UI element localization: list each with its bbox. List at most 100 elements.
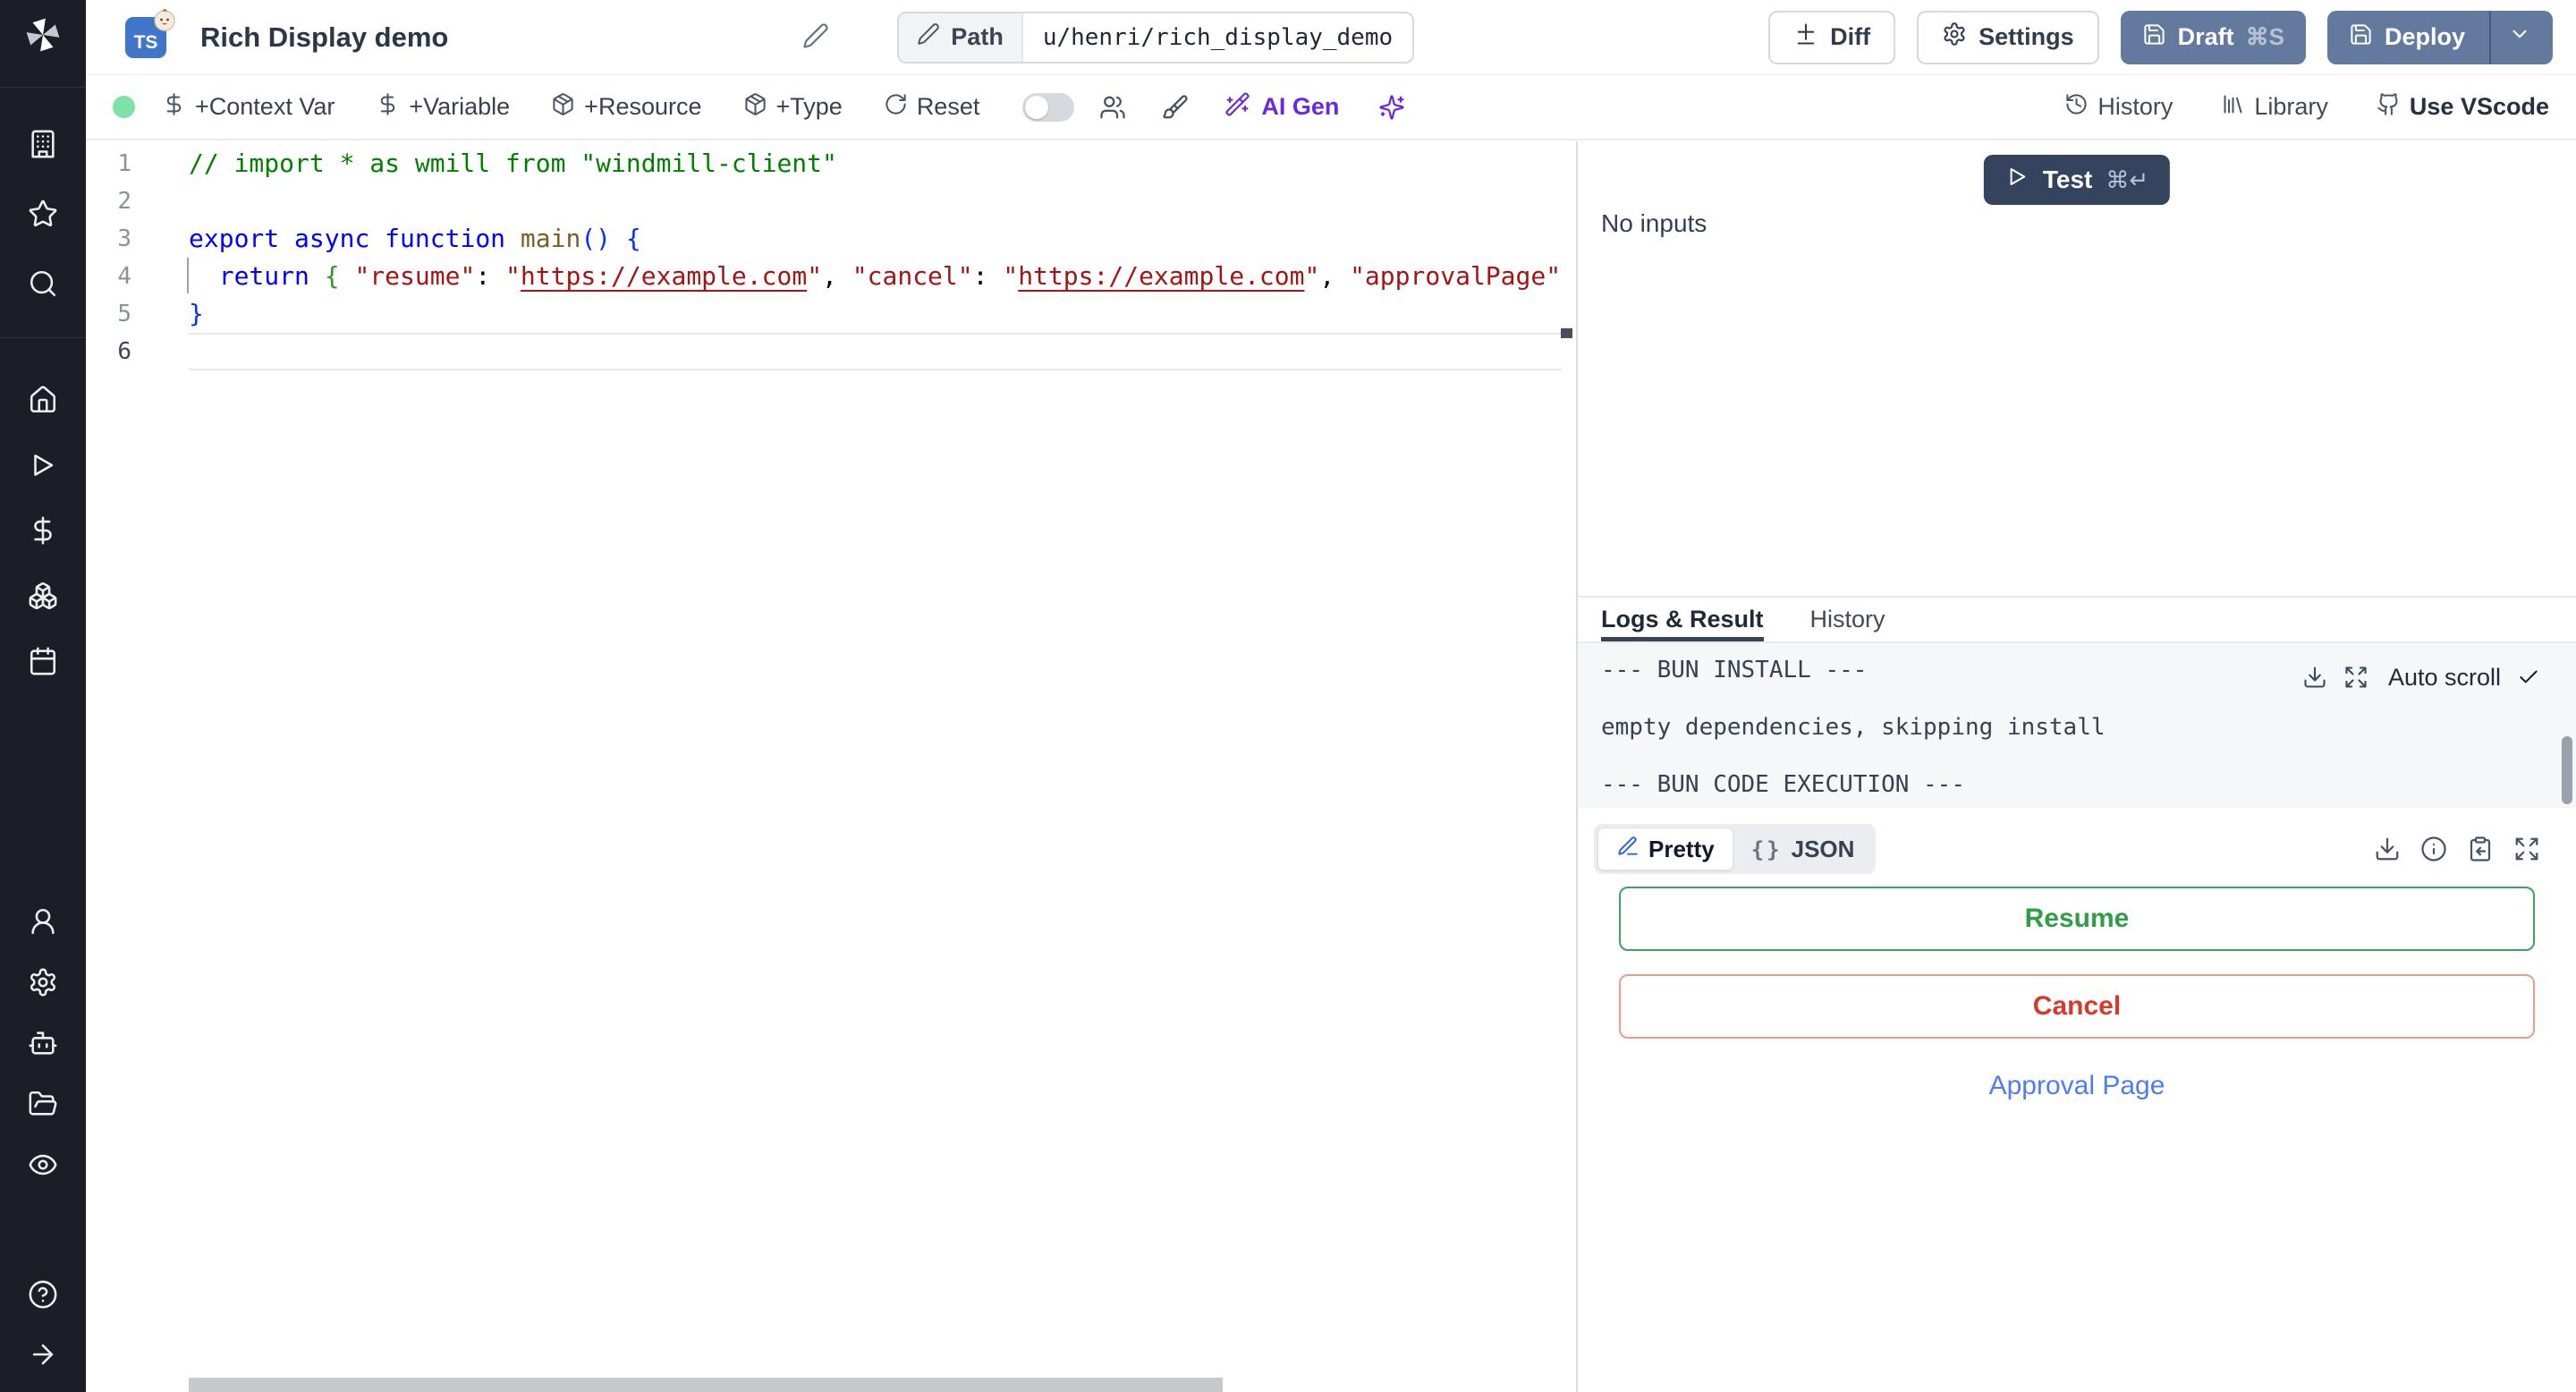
deploy-button[interactable]: Deploy	[2326, 10, 2553, 64]
diff-label: Diff	[1830, 23, 1871, 50]
diff-button[interactable]: Diff	[1768, 10, 1896, 64]
test-label: Test	[2042, 166, 2093, 193]
typescript-badge: TS	[125, 8, 175, 58]
toggle-knob	[1025, 95, 1049, 119]
toolbar-item--variable[interactable]: +Variable	[376, 92, 510, 123]
diff-icon	[1793, 21, 1818, 53]
no-inputs-text: No inputs	[1601, 209, 1707, 237]
result-view-switch: Pretty{} JSON	[1594, 824, 1877, 874]
chevron-down-icon[interactable]	[2508, 22, 2531, 52]
copy-to-clipboard-icon[interactable]	[2467, 836, 2494, 862]
editor-toolbar: +Context Var +Variable +Resource +Type Reset…	[86, 75, 2576, 140]
result-toolbar: Pretty{} JSON	[1594, 824, 2540, 874]
check-icon[interactable]	[2517, 666, 2540, 689]
path-label-section: Path	[899, 13, 1023, 62]
log-actions: Auto scroll	[2302, 663, 2540, 692]
save-icon	[2142, 22, 2166, 53]
test-button[interactable]: Test ⌘↵	[1983, 155, 2171, 205]
code-line[interactable]: export async function main() {	[189, 220, 1562, 258]
path-field[interactable]: Path u/henri/rich_display_demo	[897, 11, 1415, 64]
sidebar-building-icon[interactable]	[28, 129, 58, 159]
line-number: 3	[117, 225, 131, 252]
sidebar-eye-icon[interactable]	[28, 1150, 58, 1180]
github-icon	[2377, 92, 2401, 123]
result-view-json[interactable]: {} JSON	[1733, 828, 1873, 870]
tab-history[interactable]: History	[1810, 598, 1885, 641]
sidebar-star-icon[interactable]	[28, 199, 58, 229]
expand-result-icon[interactable]	[2513, 836, 2540, 862]
format-brush-icon[interactable]	[1162, 94, 1189, 121]
windmill-logo-icon[interactable]	[0, 14, 86, 55]
draft-button[interactable]: Draft ⌘S	[2120, 10, 2306, 64]
multiplayer-users-icon[interactable]	[1099, 94, 1126, 121]
line-number: 4	[117, 263, 131, 290]
toolbar-item-library[interactable]: Library	[2221, 92, 2328, 123]
download-logs-icon[interactable]	[2302, 665, 2327, 690]
editor-code-area[interactable]: // import * as wmill from "windmill-clie…	[189, 145, 1562, 370]
sidebar-bot-icon[interactable]	[28, 1028, 58, 1058]
braces-icon: {}	[1750, 836, 1783, 862]
sidebar-dollar-icon[interactable]	[28, 515, 58, 546]
sidebar-settings-icon[interactable]	[28, 967, 58, 997]
path-value[interactable]: u/henri/rich_display_demo	[1023, 13, 1412, 62]
ai-gen-button[interactable]: AI Gen	[1224, 91, 1339, 123]
sidebar-divider	[0, 87, 86, 88]
cancel-button[interactable]: Cancel	[1619, 974, 2535, 1039]
typescript-badge-label: TS	[133, 31, 158, 53]
toolbar-item--type[interactable]: +Type	[743, 92, 843, 123]
status-dot	[113, 96, 135, 118]
line-number: 1	[117, 150, 131, 177]
package-icon	[551, 92, 575, 123]
logs-panel[interactable]: --- BUN INSTALL --- empty dependencies, …	[1578, 643, 2576, 808]
sparkles-icon[interactable]	[1378, 94, 1405, 121]
expand-logs-icon[interactable]	[2343, 665, 2368, 690]
toolbar-item--context-var[interactable]: +Context Var	[162, 92, 335, 123]
sidebar-group-bottom	[0, 1279, 86, 1370]
settings-button[interactable]: Settings	[1917, 10, 2099, 64]
toolbar-item-reset[interactable]: Reset	[884, 92, 979, 123]
approval-page-link[interactable]: Approval Page	[1578, 1071, 2576, 1101]
resume-button[interactable]: Resume	[1619, 887, 2535, 951]
sidebar-arrow-right-icon[interactable]	[28, 1339, 58, 1370]
code-line[interactable]: }	[189, 295, 1562, 333]
result-actions	[2374, 836, 2540, 862]
code-editor[interactable]: 1 2 3 4 5 6 // import * as wmill from "windmi…	[86, 141, 1578, 1392]
sidebar-divider	[0, 337, 86, 338]
auto-scroll-label[interactable]: Auto scroll	[2388, 663, 2501, 692]
horizontal-scrollbar[interactable]	[189, 1378, 1223, 1392]
sidebar-group-top	[0, 129, 86, 299]
code-line[interactable]: // import * as wmill from "windmill-clie…	[189, 145, 1562, 182]
editor-gutter: 1 2 3 4 5 6	[86, 145, 189, 370]
sidebar-search-icon[interactable]	[28, 268, 58, 299]
rotate-icon	[884, 92, 908, 123]
line-number: 2	[117, 188, 131, 215]
header: TS Rich Display demo Path u/henri/rich_d…	[86, 0, 2576, 75]
info-icon[interactable]	[2420, 836, 2447, 862]
download-result-icon[interactable]	[2374, 836, 2401, 862]
line-number: 5	[117, 301, 131, 327]
sidebar-boxes-icon[interactable]	[28, 581, 58, 611]
deploy-label: Deploy	[2384, 23, 2465, 50]
toolbar-item-use-vscode[interactable]: Use VScode	[2377, 92, 2549, 123]
sidebar-user-icon[interactable]	[28, 906, 58, 937]
sidebar-folder-open-icon[interactable]	[28, 1089, 58, 1119]
line-number: 6	[117, 338, 131, 365]
code-line[interactable]	[189, 182, 1562, 220]
toolbar-item--resource[interactable]: +Resource	[551, 92, 702, 123]
tab-logs-result[interactable]: Logs & Result	[1601, 598, 1764, 641]
multiplayer-toggle[interactable]	[1022, 92, 1075, 122]
code-line[interactable]	[189, 333, 1562, 370]
header-actions: Diff Settings Draft ⌘S Deploy	[1768, 10, 2553, 64]
toolbar-item-history[interactable]: History	[2064, 92, 2173, 123]
edit-summary-pencil-icon[interactable]	[802, 22, 833, 53]
logs-scrollbar[interactable]	[2562, 736, 2572, 804]
history-icon	[2064, 92, 2089, 123]
code-line[interactable]: return { "resume": "https://example.com"…	[189, 258, 1562, 295]
sidebar-calendar-icon[interactable]	[28, 646, 58, 676]
sidebar-help-circle-icon[interactable]	[28, 1279, 58, 1310]
sidebar-play-icon[interactable]	[28, 450, 58, 480]
editor-cursor	[187, 258, 189, 293]
result-view-pretty[interactable]: Pretty	[1597, 828, 1733, 870]
sidebar-home-icon[interactable]	[28, 385, 58, 415]
